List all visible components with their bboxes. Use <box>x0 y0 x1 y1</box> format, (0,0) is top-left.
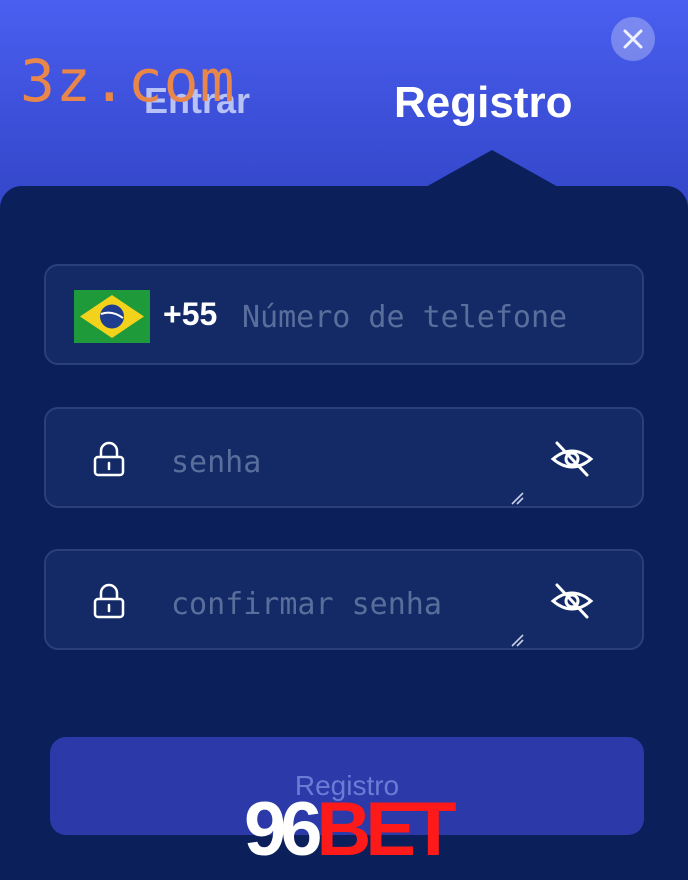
password-input[interactable] <box>169 439 493 485</box>
resize-handle-icon[interactable] <box>510 633 524 647</box>
phone-number-input[interactable] <box>240 294 604 340</box>
password-field[interactable] <box>44 407 644 508</box>
confirm-password-input[interactable] <box>169 581 493 627</box>
country-dial-code[interactable]: +55 <box>163 296 217 333</box>
tab-register[interactable]: Registro <box>394 78 572 128</box>
close-button[interactable] <box>611 17 655 61</box>
brazil-flag-icon[interactable] <box>74 290 150 343</box>
active-tab-indicator <box>424 150 560 188</box>
close-icon <box>623 29 643 49</box>
watermark-text: 3z.com <box>20 47 236 115</box>
brand-logo: 96 BET <box>244 787 457 872</box>
brand-logo-part2: BET <box>316 787 457 872</box>
brand-logo-part1: 96 <box>244 787 323 872</box>
eye-off-icon[interactable] <box>550 581 594 621</box>
eye-off-icon[interactable] <box>550 439 594 479</box>
lock-icon <box>93 583 125 619</box>
resize-handle-icon[interactable] <box>510 491 524 505</box>
lock-icon <box>93 441 125 477</box>
phone-field[interactable]: +55 <box>44 264 644 365</box>
confirm-password-field[interactable] <box>44 549 644 650</box>
